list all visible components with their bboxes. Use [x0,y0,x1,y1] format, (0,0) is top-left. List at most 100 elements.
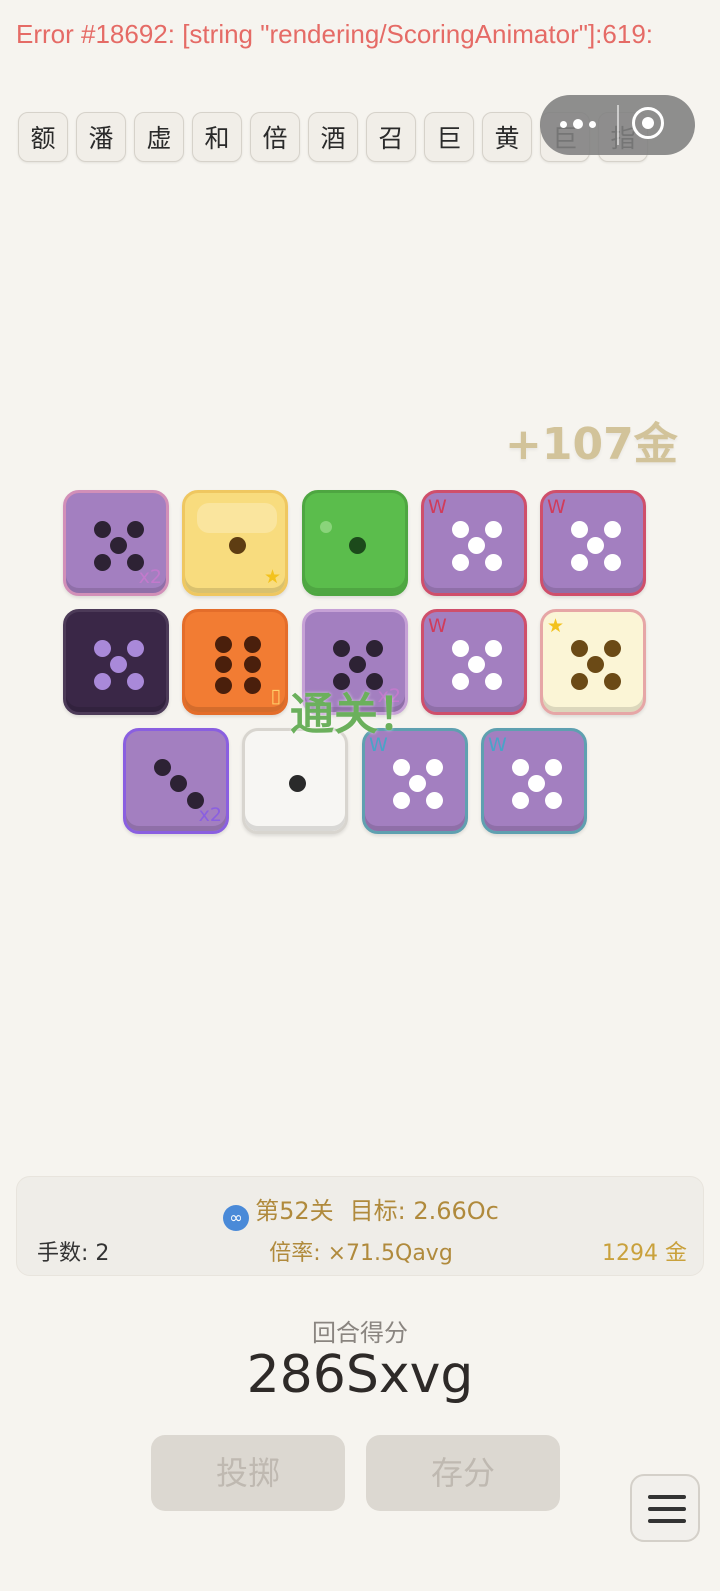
roll-button[interactable]: 投掷 [151,1435,345,1511]
bank-button[interactable]: 存分 [366,1435,560,1511]
joker-slot[interactable]: 巨 [424,112,474,162]
die-badge: ▯ [270,685,281,707]
round-score-value: 286Sxvg [246,1345,474,1405]
menu-button[interactable] [630,1474,700,1542]
die-pip [485,554,502,571]
die-pip [571,521,588,538]
die-pip [545,792,562,809]
die-pip [94,521,111,538]
die-pip [110,537,127,554]
die-pip [215,677,232,694]
die-pip [604,673,621,690]
die-pip [154,759,171,776]
die-badge: ★ [263,566,281,588]
die-pip [452,554,469,571]
gold-label: 1294 金 [602,1241,687,1266]
die-pip [485,673,502,690]
joker-slot[interactable]: 和 [192,112,242,162]
die-pip [244,636,261,653]
miniprogram-capsule [540,95,695,155]
die-pip [333,640,350,657]
die-pip [94,673,111,690]
die[interactable]: W [421,609,527,715]
die[interactable]: ★ [540,609,646,715]
die-pip [528,775,545,792]
die-badge: W [428,615,447,637]
error-banner: Error #18692: [string "rendering/Scoring… [16,19,654,49]
die-pip [571,640,588,657]
die-gloss [197,503,277,533]
die-highlight-dot [320,521,332,533]
die-pip [512,792,529,809]
joker-slot[interactable]: 召 [366,112,416,162]
die-pip [170,775,187,792]
joker-slot[interactable]: 额 [18,112,68,162]
die-pip [571,673,588,690]
level-clear-text: 通关！ [290,689,422,740]
die-pip [393,792,410,809]
die-pip [94,554,111,571]
die-pip [127,521,144,538]
die[interactable] [302,490,408,596]
die-pip [215,656,232,673]
die-pip [604,640,621,657]
die-pip [468,537,485,554]
die-pip [604,554,621,571]
die-pip [127,673,144,690]
die-pip [452,640,469,657]
die-pip [571,554,588,571]
die-pip [587,656,604,673]
die-pip [452,521,469,538]
die-pip [349,656,366,673]
die-pip [426,792,443,809]
die[interactable]: x2 [63,490,169,596]
die-badge: x2 [138,566,162,588]
die-pip [426,759,443,776]
die-pip [545,759,562,776]
die[interactable]: x2 [123,728,229,834]
joker-slot[interactable]: 虚 [134,112,184,162]
joker-slot[interactable]: 倍 [250,112,300,162]
die[interactable]: ★ [182,490,288,596]
joker-slot[interactable]: 酒 [308,112,358,162]
die-pip [229,537,246,554]
die-pip [468,656,485,673]
die-badge: W [488,734,507,756]
level-line: ∞ 第52关 目标: 2.66Oc [17,1191,705,1231]
die[interactable] [242,728,348,834]
joker-slot[interactable]: 潘 [76,112,126,162]
target-label: 目标: 2.66Oc [349,1197,499,1225]
die-badge: ★ [547,615,565,637]
close-target-icon[interactable] [632,107,664,139]
die-pip [452,673,469,690]
die-pip [485,640,502,657]
die-badge: W [547,496,566,518]
round-score-label: 回合得分 [312,1319,408,1347]
die[interactable]: W [362,728,468,834]
joker-slot[interactable]: 黄 [482,112,532,162]
die-pip [485,521,502,538]
die-pip [349,537,366,554]
level-label: 第52关 [255,1197,334,1225]
die[interactable] [63,609,169,715]
die[interactable]: W [421,490,527,596]
die-pip [366,640,383,657]
die-pip [127,640,144,657]
die-pip [110,656,127,673]
die-pip [94,640,111,657]
die[interactable]: W [540,490,646,596]
die-pip [244,677,261,694]
die-pip [512,759,529,776]
die-pip [409,775,426,792]
info-panel: ∞ 第52关 目标: 2.66Oc 手数: 2 倍率: ×71.5Qavg 1294… [16,1176,704,1276]
die-pip [604,521,621,538]
die-pip [289,775,306,792]
die-pip [215,636,232,653]
die[interactable]: W [481,728,587,834]
die-badge: x2 [198,804,222,826]
die-pip [244,656,261,673]
more-icon[interactable] [560,119,600,131]
die[interactable]: ▯ [182,609,288,715]
die-pip [587,537,604,554]
die-pip [393,759,410,776]
